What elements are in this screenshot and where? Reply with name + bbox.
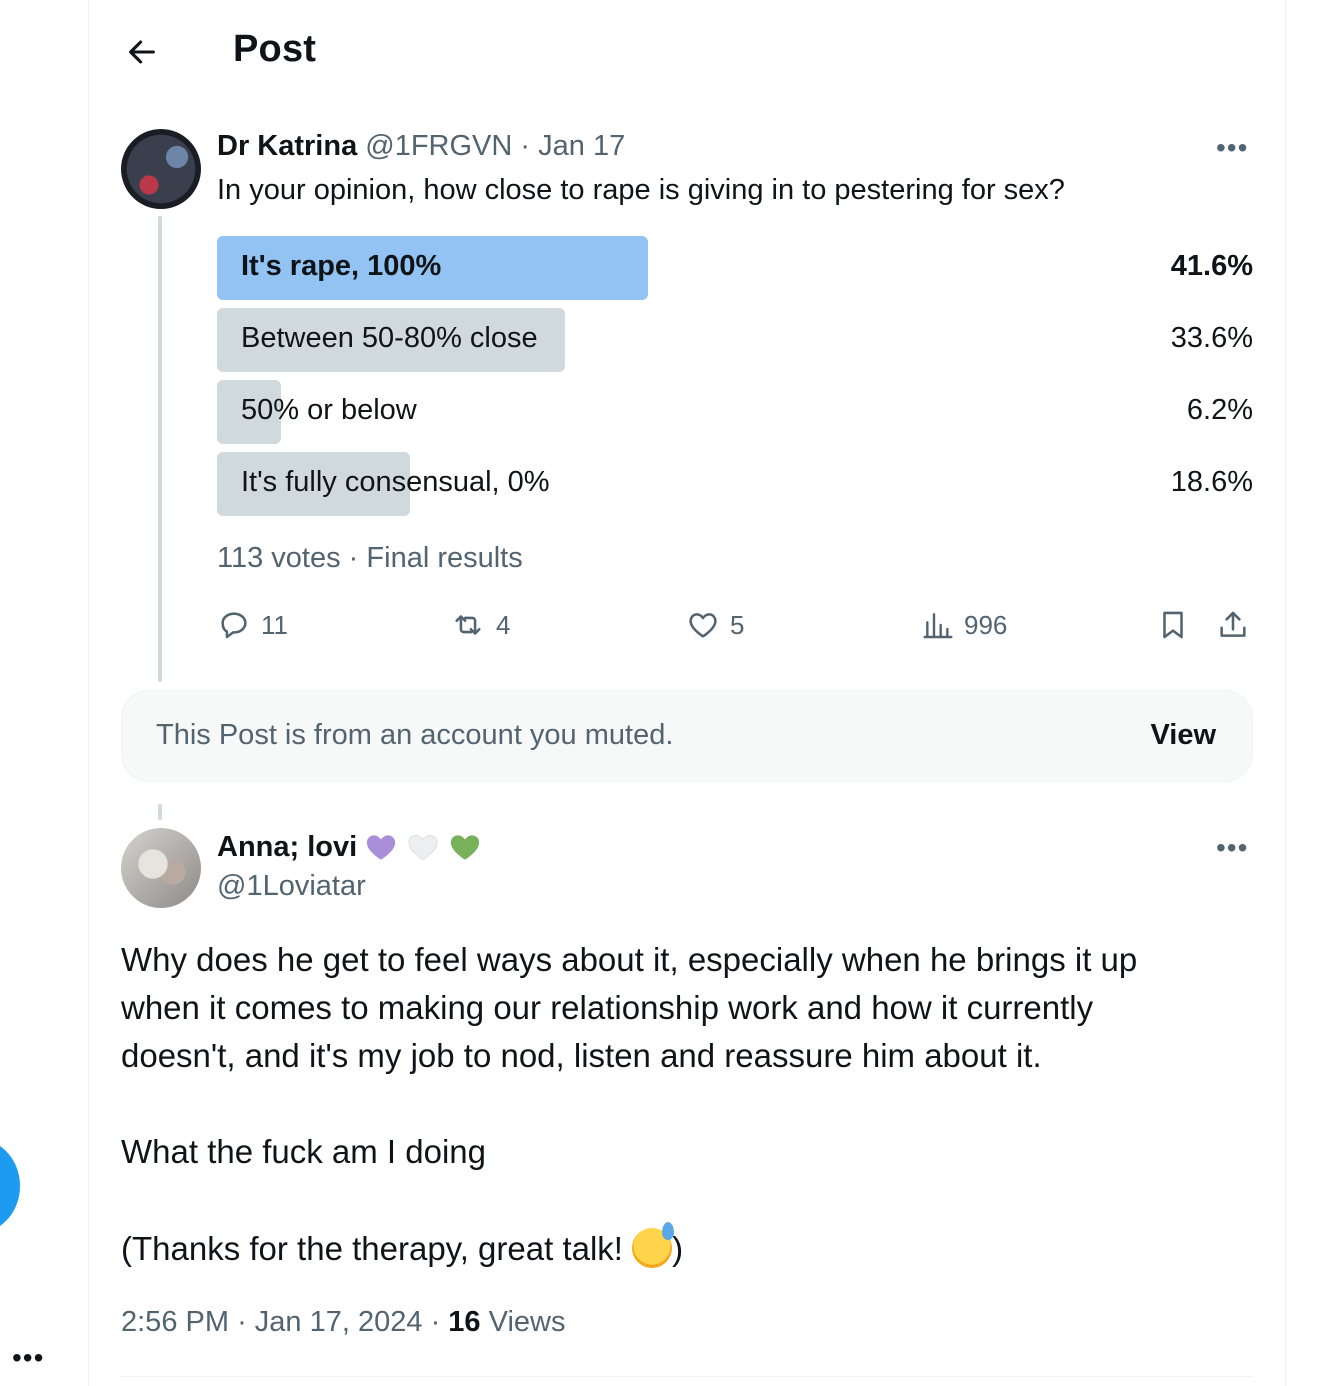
poll-meta: 113 votes · Final results (217, 542, 523, 575)
post-full-date[interactable]: Jan 17, 2024 (255, 1306, 423, 1338)
back-button[interactable] (120, 30, 164, 74)
poll-option: It's fully consensual, 0% 18.6% (217, 452, 1253, 516)
views-label: Views (488, 1306, 566, 1338)
avatar[interactable] (121, 828, 201, 908)
reply-text-line: (Thanks for the therapy, great talk! ) (121, 1222, 684, 1269)
green-heart-icon (451, 835, 480, 860)
share-icon (1220, 611, 1246, 637)
poll-option: Between 50-80% close 33.6% (217, 308, 1253, 372)
separator: · (237, 1306, 247, 1338)
poll-option-label: It's rape, 100% (241, 250, 442, 282)
poll-option-percent: 41.6% (1170, 250, 1253, 282)
poll-option: 50% or below 6.2% (217, 380, 1253, 444)
poll-option: It's rape, 100% 41.6% (217, 236, 1253, 300)
bookmark-button[interactable] (1156, 605, 1190, 645)
views-count: 16 (448, 1306, 481, 1338)
reply-text-line: when it comes to making our relationship… (121, 989, 1094, 1026)
thread-line (158, 216, 162, 682)
reply-text-line: doesn't, and it's my job to nod, listen … (121, 1037, 1042, 1074)
heart-icon (689, 613, 717, 638)
more-options-button[interactable]: ••• (1216, 134, 1248, 162)
poll-option-percent: 18.6% (1170, 466, 1253, 498)
separator: · (520, 130, 531, 162)
poll-option-percent: 33.6% (1170, 322, 1253, 354)
bookmark-icon (1163, 611, 1183, 639)
poll-votes: 113 votes (217, 542, 341, 574)
poll-status: Final results (366, 542, 523, 574)
post-date[interactable]: Jan 17 (538, 130, 625, 162)
reply-text-after-emoji: ) (672, 1230, 684, 1267)
reply-text-line: What the fuck am I doing (121, 1133, 487, 1170)
share-button[interactable] (1216, 605, 1250, 645)
reply-text-line: Why does he get to feel ways about it, e… (121, 941, 1138, 978)
poll-option-label: 50% or below (241, 394, 417, 426)
reply-button[interactable]: 11 (217, 605, 288, 645)
views-button[interactable]: 996 (922, 605, 1007, 645)
post-timestamp: 2:56 PM · Jan 17, 2024 · 16 Views (121, 1306, 565, 1339)
thread-line (158, 804, 162, 820)
arrow-left-icon (129, 40, 155, 64)
reply-icon (221, 612, 247, 639)
poll-option-label: Between 50-80% close (241, 322, 538, 354)
like-button[interactable]: 5 (686, 605, 744, 645)
separator: · (430, 1306, 441, 1338)
avatar[interactable] (121, 129, 201, 209)
author-handle[interactable]: @1Loviatar (217, 870, 366, 903)
grinning-face-with-sweat-icon (632, 1222, 675, 1268)
poll-option-percent: 6.2% (1186, 394, 1253, 426)
reply-author-name-row: Anna; lovi (217, 830, 483, 864)
muted-notice-text: This Post is from an account you muted. (156, 719, 674, 751)
like-count: 5 (730, 609, 745, 640)
more-options-button[interactable]: ••• (12, 1342, 44, 1374)
post-text: In your opinion, how close to rape is gi… (217, 174, 1065, 206)
post-author-line: Dr Katrina @1FRGVN · Jan 17 (217, 130, 625, 163)
repost-button[interactable]: 4 (450, 605, 510, 645)
reply-text-before-emoji: (Thanks for the therapy, great talk! (121, 1230, 633, 1267)
purple-heart-icon (367, 835, 396, 860)
author-handle[interactable]: @1FRGVN (365, 130, 512, 162)
compose-post-button[interactable] (0, 1140, 20, 1232)
repost-count: 4 (496, 609, 511, 640)
more-options-button[interactable]: ••• (1216, 834, 1248, 862)
author-name[interactable]: Dr Katrina (217, 130, 357, 162)
view-button[interactable]: View (1150, 719, 1216, 752)
divider (121, 1376, 1253, 1377)
views-count: 996 (964, 609, 1008, 640)
post-time[interactable]: 2:56 PM (121, 1306, 229, 1338)
reply-count: 11 (261, 609, 288, 640)
poll-option-label: It's fully consensual, 0% (241, 466, 550, 498)
muted-post-notice: This Post is from an account you muted. … (121, 690, 1253, 782)
separator: · (348, 542, 359, 574)
page-title: Post (233, 28, 317, 70)
white-heart-icon (408, 834, 438, 861)
author-name[interactable]: Anna; lovi (217, 831, 357, 864)
analytics-icon (923, 613, 953, 639)
repost-icon (455, 615, 481, 635)
